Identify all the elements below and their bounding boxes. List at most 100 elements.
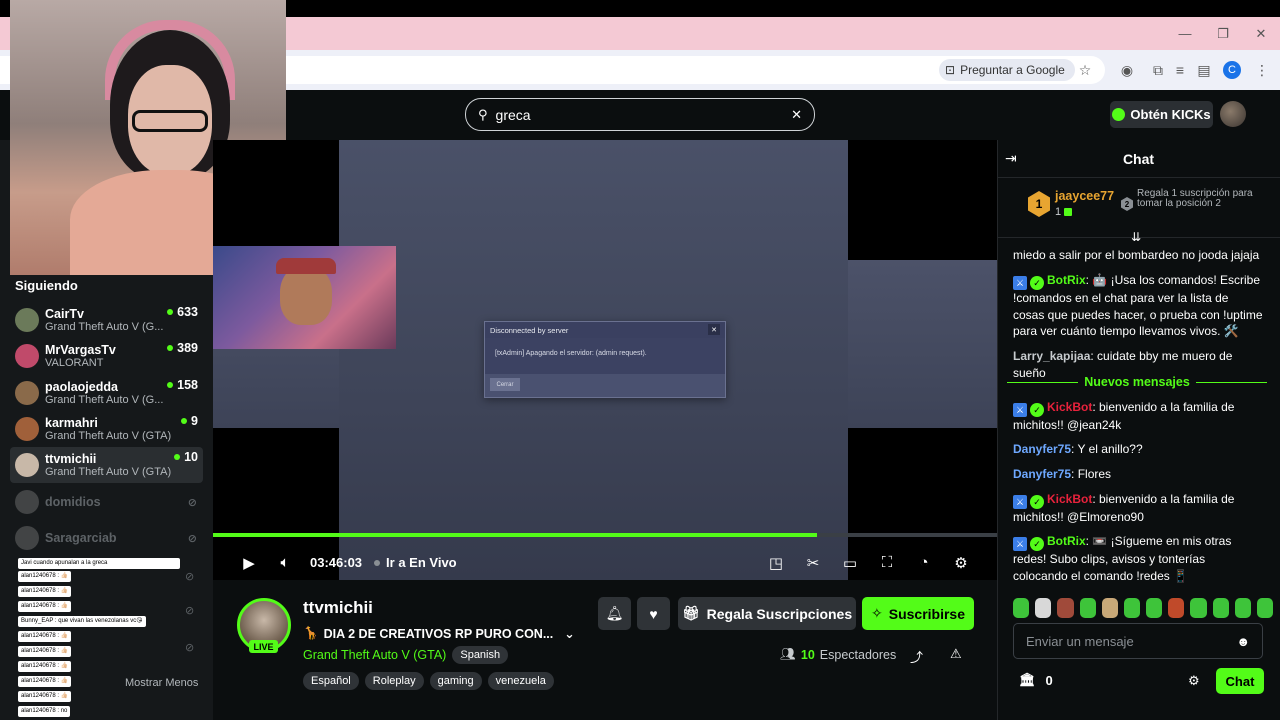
get-kicks-button[interactable]: Obtén KICKs — [1110, 101, 1213, 128]
go-live-button[interactable]: Ir a En Vivo — [374, 555, 457, 570]
top-gifter-name[interactable]: jaaycee77 — [1055, 189, 1114, 203]
subscribe-button[interactable]: ✧ Suscribirse — [862, 597, 974, 630]
stream-tag[interactable]: Español — [303, 672, 359, 690]
chat-username[interactable]: BotRix — [1047, 534, 1086, 548]
fullscreen-icon[interactable]: ⛶ — [876, 552, 898, 574]
follow-heart-button[interactable]: ♥ — [637, 597, 670, 630]
emote-icon[interactable] — [1212, 598, 1229, 618]
verified-icon: ✓ — [1030, 495, 1044, 509]
emote-icon[interactable] — [1035, 598, 1052, 618]
channel-name: paolaojedda — [45, 380, 118, 394]
extensions-icon[interactable]: ⧉ — [1150, 62, 1166, 78]
cookie-extension-icon[interactable]: ◉ — [1119, 62, 1135, 78]
chevron-down-icon[interactable]: ⌄ — [564, 626, 574, 641]
bookmark-star-icon[interactable]: ☆ — [1077, 62, 1093, 78]
viewer-stats: 👥︎ 10 Espectadores — [780, 647, 896, 662]
settings-gear-icon[interactable]: ⚙ — [950, 552, 972, 574]
chat-settings-gear-icon[interactable]: ⚙ — [1188, 673, 1200, 689]
overlay-chat-line: alan1240678 : 👍🏻 — [18, 601, 72, 612]
stream-tag[interactable]: Roleplay — [364, 672, 424, 690]
search-input[interactable] — [495, 106, 784, 123]
send-chat-button[interactable]: Chat — [1216, 668, 1264, 694]
heart-icon: ♥ — [649, 605, 658, 622]
emote-icon[interactable] — [1101, 598, 1118, 618]
chat-username[interactable]: KickBot — [1047, 492, 1092, 506]
emoji-picker-icon[interactable]: ☻ — [1236, 634, 1250, 649]
sidebar-item-domidios[interactable]: domidios ⊘ — [10, 487, 203, 517]
speed-icon[interactable]: ◔ — [913, 552, 935, 574]
miniplayer-icon[interactable]: ◳ — [765, 552, 787, 574]
emote-icon[interactable] — [1079, 598, 1096, 618]
overlay-chat-line: Javi cuando apunalan a la greca — [18, 558, 180, 569]
sidebar-item-cairtv[interactable]: CairTv Grand Theft Auto V (G... 633 — [10, 302, 203, 338]
report-warning-icon[interactable]: ⚠ — [950, 646, 962, 662]
stream-tag[interactable]: gaming — [429, 672, 482, 690]
chat-input[interactable]: Enviar un mensaje ☻ — [1013, 623, 1263, 659]
chat-username[interactable]: KickBot — [1047, 400, 1092, 414]
show-less-link[interactable]: Mostrar Menos — [125, 677, 198, 689]
sidebar-item-paolaojedda[interactable]: paolaojedda Grand Theft Auto V (G... 158 — [10, 375, 203, 411]
user-avatar[interactable] — [1220, 101, 1246, 127]
moderator-sword-icon: ⚔ — [1013, 537, 1027, 551]
stream-title[interactable]: 🦒 DIA 2 DE CREATIVOS RP PURO CON... ⌄ — [303, 626, 575, 641]
gift-to-rank-text[interactable]: Regala 1 suscripción para tomar la posic… — [1137, 189, 1262, 209]
close-window-button[interactable]: ✕ — [1242, 17, 1280, 50]
sidebar-item-ttvmichii[interactable]: ttvmichii Grand Theft Auto V (GTA) 10 — [10, 447, 203, 483]
emote-icon[interactable] — [1013, 598, 1030, 618]
channel-avatar — [15, 344, 39, 368]
restore-button[interactable]: ❐ — [1204, 17, 1242, 50]
emote-icon[interactable] — [1190, 598, 1207, 618]
sidebar-item-mrvargastv[interactable]: MrVargasTv VALORANT 389 — [10, 338, 203, 374]
media-icon[interactable]: ≡ — [1172, 62, 1188, 78]
chat-message: ⚔ ✓ BotRix: 📼 ¡Sígueme en mis otras redes!… — [1013, 533, 1263, 584]
emote-icon[interactable] — [1146, 598, 1163, 618]
emote-icon[interactable] — [1168, 598, 1185, 618]
theater-mode-icon[interactable]: ▭ — [839, 552, 861, 574]
channel-game: Grand Theft Auto V (GTA) — [45, 466, 172, 478]
chat-message: Danyfer75: Flores — [1013, 466, 1263, 483]
collapse-chat-icon[interactable]: ⇥ — [1005, 150, 1021, 166]
language-tag[interactable]: Spanish — [452, 646, 509, 664]
clear-search-icon[interactable]: ✕ — [791, 107, 802, 123]
users-icon: 👥︎ — [780, 647, 796, 661]
notifications-bell-button[interactable]: 🔔︎ — [598, 597, 631, 630]
sidebar-item-saragarciab[interactable]: Saragarciab ⊘ — [10, 523, 203, 553]
ask-google-button[interactable]: ⊡ Preguntar a Google — [939, 59, 1075, 81]
volume-icon[interactable]: 🔈︎ — [274, 552, 296, 574]
player-controls: ▶ 🔈︎ 03:46:03 Ir a En Vivo ◳ ✂ ▭ ⛶ ◔ ⚙ — [213, 545, 997, 580]
profile-avatar[interactable]: C — [1223, 61, 1241, 79]
emote-icon[interactable] — [1234, 598, 1251, 618]
chat-username[interactable]: BotRix — [1047, 273, 1086, 287]
minimize-button[interactable]: — — [1166, 17, 1204, 50]
disconnect-dialog: Disconnected by server ✕ [txAdmin] Apaga… — [484, 321, 726, 398]
emote-icon[interactable] — [1123, 598, 1141, 618]
emote-icon[interactable] — [1256, 598, 1274, 618]
chat-username[interactable]: Larry_kapijaa — [1013, 349, 1090, 363]
kicks-coin-icon — [1112, 108, 1126, 121]
clip-icon[interactable]: ✂ — [802, 552, 824, 574]
sidebar-item-karmahri[interactable]: karmahri Grand Theft Auto V (GTA) 9 — [10, 411, 203, 447]
search-box[interactable]: ⚲ ✕ — [465, 98, 815, 131]
tab-search-icon[interactable]: ▤ — [1196, 62, 1212, 78]
play-icon[interactable]: ▶ — [238, 552, 260, 574]
expand-leaderboard-icon[interactable]: ⇊ — [1131, 230, 1141, 244]
emote-icon[interactable] — [1057, 598, 1074, 618]
chat-username[interactable]: Danyfer75 — [1013, 467, 1071, 481]
store-icon: 🏛︎ — [1019, 672, 1036, 687]
gift-subs-button[interactable]: 🎁︎ Regala Suscripciones — [678, 597, 856, 630]
channel-game: Grand Theft Auto V (G... — [45, 394, 164, 406]
menu-kebab-icon[interactable]: ⋮ — [1254, 62, 1270, 78]
stream-tag[interactable]: venezuela — [487, 672, 554, 690]
channel-points[interactable]: 🏛︎ 0 — [1019, 672, 1053, 688]
subscribe-label: Suscribirse — [888, 605, 965, 622]
share-icon[interactable]: ⤴ — [910, 647, 923, 666]
search-icon: ⚲ — [478, 106, 488, 122]
streamer-name[interactable]: ttvmichii — [303, 598, 373, 618]
following-title: Siguiendo — [15, 278, 78, 293]
verified-icon: ✓ — [1030, 276, 1044, 290]
stream-category[interactable]: Grand Theft Auto V (GTA) — [303, 648, 446, 662]
moderator-sword-icon: ⚔ — [1013, 495, 1027, 509]
channel-avatar — [15, 490, 39, 514]
chat-username[interactable]: Danyfer75 — [1013, 442, 1071, 456]
viewer-count: 10 — [174, 450, 198, 464]
